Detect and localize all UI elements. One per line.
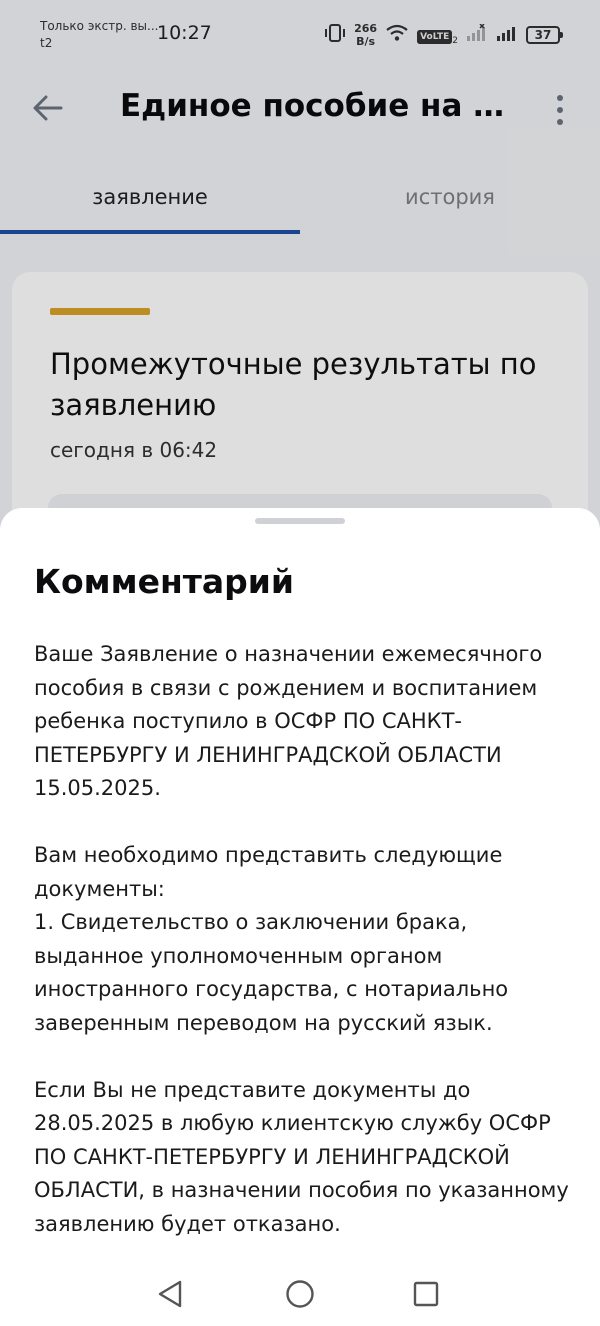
comment-bottom-sheet: Комментарий Ваше Заявление о назначении … [0, 508, 600, 1326]
sheet-drag-handle[interactable] [255, 518, 345, 524]
comment-paragraph: Если Вы не представите документы до 28.0… [34, 1077, 569, 1236]
circle-home-icon [286, 1280, 314, 1308]
square-recents-icon [413, 1281, 439, 1307]
nav-back-button[interactable] [150, 1274, 190, 1314]
sheet-title: Комментарий [34, 562, 295, 601]
comment-paragraph: 1. Свидетельство о заключении брака, выд… [34, 910, 509, 1035]
screen: Только экстр. вы... t2 10:27 266 B/s VoL… [0, 0, 600, 1326]
comment-paragraph: Ваше Заявление о назначении ежемесячного… [34, 642, 543, 800]
nav-recents-button[interactable] [406, 1274, 446, 1314]
system-nav-bar [0, 1260, 600, 1326]
triangle-back-icon [158, 1280, 182, 1308]
nav-home-button[interactable] [280, 1274, 320, 1314]
comment-paragraph: Вам необходимо представить следующие док… [34, 843, 503, 901]
comment-text: Ваше Заявление о назначении ежемесячного… [34, 638, 570, 1241]
